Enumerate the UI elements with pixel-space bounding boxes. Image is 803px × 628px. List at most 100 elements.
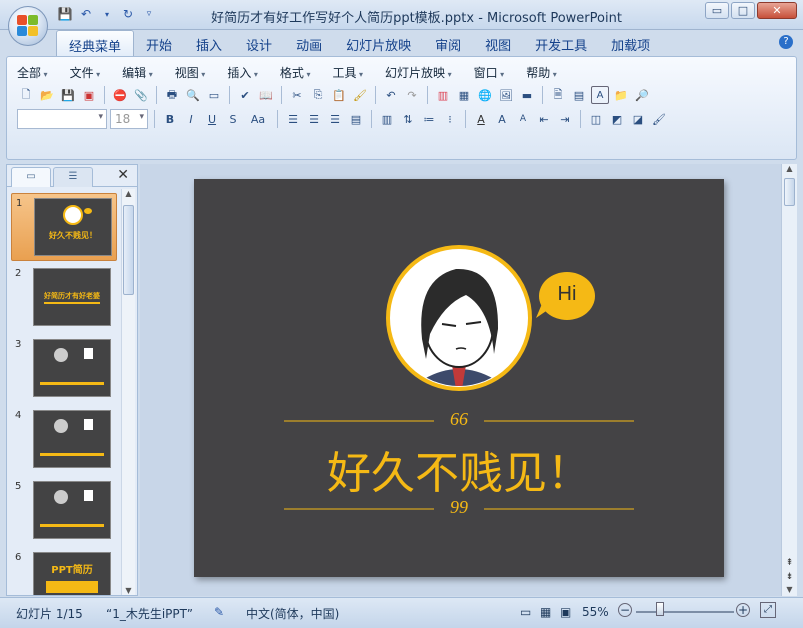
help-icon[interactable]: ? bbox=[779, 35, 793, 49]
justify-icon[interactable]: ▤ bbox=[347, 110, 365, 128]
underline-button[interactable]: U bbox=[203, 110, 221, 128]
picture-icon[interactable]: 🖼 bbox=[497, 86, 515, 104]
case-button[interactable]: Aa bbox=[245, 110, 271, 128]
office-button[interactable] bbox=[8, 6, 48, 46]
color-icon[interactable]: ▬ bbox=[518, 86, 536, 104]
grow-font-icon[interactable]: A bbox=[493, 110, 511, 128]
shadow-button[interactable]: S bbox=[224, 110, 242, 128]
menu-format[interactable]: 格式 bbox=[280, 64, 311, 81]
open-icon[interactable]: 📂 bbox=[38, 86, 56, 104]
slide-scrollbar[interactable]: ▲ ⇞ ⇟ ▼ bbox=[781, 164, 797, 596]
undo-icon[interactable]: ↶ bbox=[77, 6, 95, 22]
print-icon[interactable]: 🖶 bbox=[163, 86, 181, 104]
hyperlink-icon[interactable]: 🌐 bbox=[476, 86, 494, 104]
tab-developer[interactable]: 开发工具 bbox=[523, 30, 599, 56]
quick-styles-icon[interactable]: ◪ bbox=[629, 110, 647, 128]
shrink-font-icon[interactable]: A bbox=[514, 110, 532, 128]
bold-button[interactable]: B bbox=[161, 110, 179, 128]
permission-icon[interactable]: ⛔ bbox=[111, 86, 129, 104]
tab-addins[interactable]: 加载项 bbox=[599, 30, 662, 56]
folder-icon[interactable]: 📁 bbox=[612, 86, 630, 104]
attach-icon[interactable]: 📎 bbox=[132, 86, 150, 104]
minimize-button[interactable]: ▭ bbox=[705, 2, 729, 19]
fit-to-window-icon[interactable]: ⤢ bbox=[760, 602, 776, 618]
font-name-select[interactable] bbox=[17, 109, 107, 129]
textbox-icon[interactable]: A bbox=[591, 86, 609, 104]
menu-insert[interactable]: 插入 bbox=[227, 64, 258, 81]
zoom-level[interactable]: 55% bbox=[582, 605, 609, 619]
copy-icon[interactable]: ⎘ bbox=[309, 86, 327, 104]
numbering-icon[interactable]: ≔ bbox=[420, 110, 438, 128]
menu-file[interactable]: 文件 bbox=[70, 64, 101, 81]
shape-fill-icon[interactable]: 🖌 bbox=[650, 110, 668, 128]
language-indicator[interactable]: 中文(简体，中国) bbox=[246, 605, 339, 622]
zoom-slider[interactable] bbox=[636, 611, 734, 613]
tab-classic-menu[interactable]: 经典菜单 bbox=[56, 30, 135, 56]
layout-icon[interactable]: ▭ bbox=[205, 86, 223, 104]
menu-window[interactable]: 窗口 bbox=[474, 64, 505, 81]
format-painter-icon[interactable]: 🖌 bbox=[351, 86, 369, 104]
columns-icon[interactable]: ▥ bbox=[378, 110, 396, 128]
menu-help[interactable]: 帮助 bbox=[526, 64, 557, 81]
spellcheck-icon[interactable]: ✎ bbox=[214, 605, 224, 619]
close-icon[interactable]: ✕ bbox=[117, 167, 129, 183]
normal-view-icon[interactable]: ▭ bbox=[520, 605, 531, 619]
research-icon[interactable]: 📖 bbox=[257, 86, 275, 104]
tab-design[interactable]: 设计 bbox=[234, 30, 284, 56]
chevron-down-icon[interactable]: ▾ bbox=[98, 6, 116, 22]
align-right-icon[interactable]: ☰ bbox=[326, 110, 344, 128]
font-color-icon[interactable]: A bbox=[472, 110, 490, 128]
slide-sorter-icon[interactable]: ▦ bbox=[540, 605, 551, 619]
redo-icon[interactable]: ↻ bbox=[119, 6, 137, 22]
pdf-icon[interactable]: ▣ bbox=[80, 86, 98, 104]
tab-slideshow[interactable]: 幻灯片放映 bbox=[334, 30, 423, 56]
bullets-icon[interactable]: ⁝ bbox=[441, 110, 459, 128]
italic-button[interactable]: I bbox=[182, 110, 200, 128]
menu-tools[interactable]: 工具 bbox=[332, 64, 363, 81]
current-slide[interactable]: Hi 66 好久不贱见！ 99 bbox=[194, 179, 724, 577]
zoom-out-button[interactable]: − bbox=[618, 603, 632, 617]
cut-icon[interactable]: ✂ bbox=[288, 86, 306, 104]
tab-outline[interactable]: ☰ bbox=[53, 167, 93, 187]
new-slide-icon[interactable]: 🗎 bbox=[549, 86, 567, 104]
font-size-select[interactable]: 18 bbox=[110, 109, 148, 129]
redo-icon[interactable]: ↷ bbox=[403, 86, 421, 104]
text-direction-icon[interactable]: ⇅ bbox=[399, 110, 417, 128]
align-left-icon[interactable]: ☰ bbox=[284, 110, 302, 128]
layout-slide-icon[interactable]: ▤ bbox=[570, 86, 588, 104]
slide-headline[interactable]: 好久不贱见！ bbox=[194, 437, 724, 501]
close-button[interactable]: ✕ bbox=[757, 2, 797, 19]
save-icon[interactable]: 💾 bbox=[59, 86, 77, 104]
slide-thumb-3[interactable]: 3 bbox=[11, 335, 117, 403]
arrange-icon[interactable]: ◩ bbox=[608, 110, 626, 128]
slide-thumb-5[interactable]: 5 bbox=[11, 477, 117, 545]
slide-thumb-6[interactable]: 6 PPT简历 bbox=[11, 548, 117, 595]
table-icon[interactable]: ▦ bbox=[455, 86, 473, 104]
tab-animation[interactable]: 动画 bbox=[284, 30, 334, 56]
maximize-button[interactable]: □ bbox=[731, 2, 755, 19]
menu-view[interactable]: 视图 bbox=[175, 64, 206, 81]
undo-icon[interactable]: ↶ bbox=[382, 86, 400, 104]
spelling-icon[interactable]: ✔ bbox=[236, 86, 254, 104]
align-center-icon[interactable]: ☰ bbox=[305, 110, 323, 128]
tab-review[interactable]: 审阅 bbox=[423, 30, 473, 56]
slide-thumb-4[interactable]: 4 bbox=[11, 406, 117, 474]
decrease-indent-icon[interactable]: ⇤ bbox=[535, 110, 553, 128]
zoom-in-button[interactable]: + bbox=[736, 603, 750, 617]
slide-thumb-1[interactable]: 1 好久不贱见！ bbox=[11, 193, 117, 261]
paste-icon[interactable]: 📋 bbox=[330, 86, 348, 104]
tab-insert[interactable]: 插入 bbox=[184, 30, 234, 56]
menu-edit[interactable]: 编辑 bbox=[122, 64, 153, 81]
zoom-slider-thumb[interactable] bbox=[656, 602, 664, 616]
increase-indent-icon[interactable]: ⇥ bbox=[556, 110, 574, 128]
save-icon[interactable]: 💾 bbox=[56, 6, 74, 22]
thumbnail-scrollbar[interactable]: ▲ ▼ bbox=[121, 189, 135, 595]
find-icon[interactable]: 🔎 bbox=[633, 86, 651, 104]
chart-icon[interactable]: ▥ bbox=[434, 86, 452, 104]
tab-slides[interactable]: ▭ bbox=[11, 167, 51, 187]
print-preview-icon[interactable]: 🔍 bbox=[184, 86, 202, 104]
menu-all[interactable]: 全部 bbox=[17, 64, 48, 81]
tab-view[interactable]: 视图 bbox=[473, 30, 523, 56]
new-icon[interactable]: 🗋 bbox=[17, 86, 35, 104]
tab-home[interactable]: 开始 bbox=[134, 30, 184, 56]
